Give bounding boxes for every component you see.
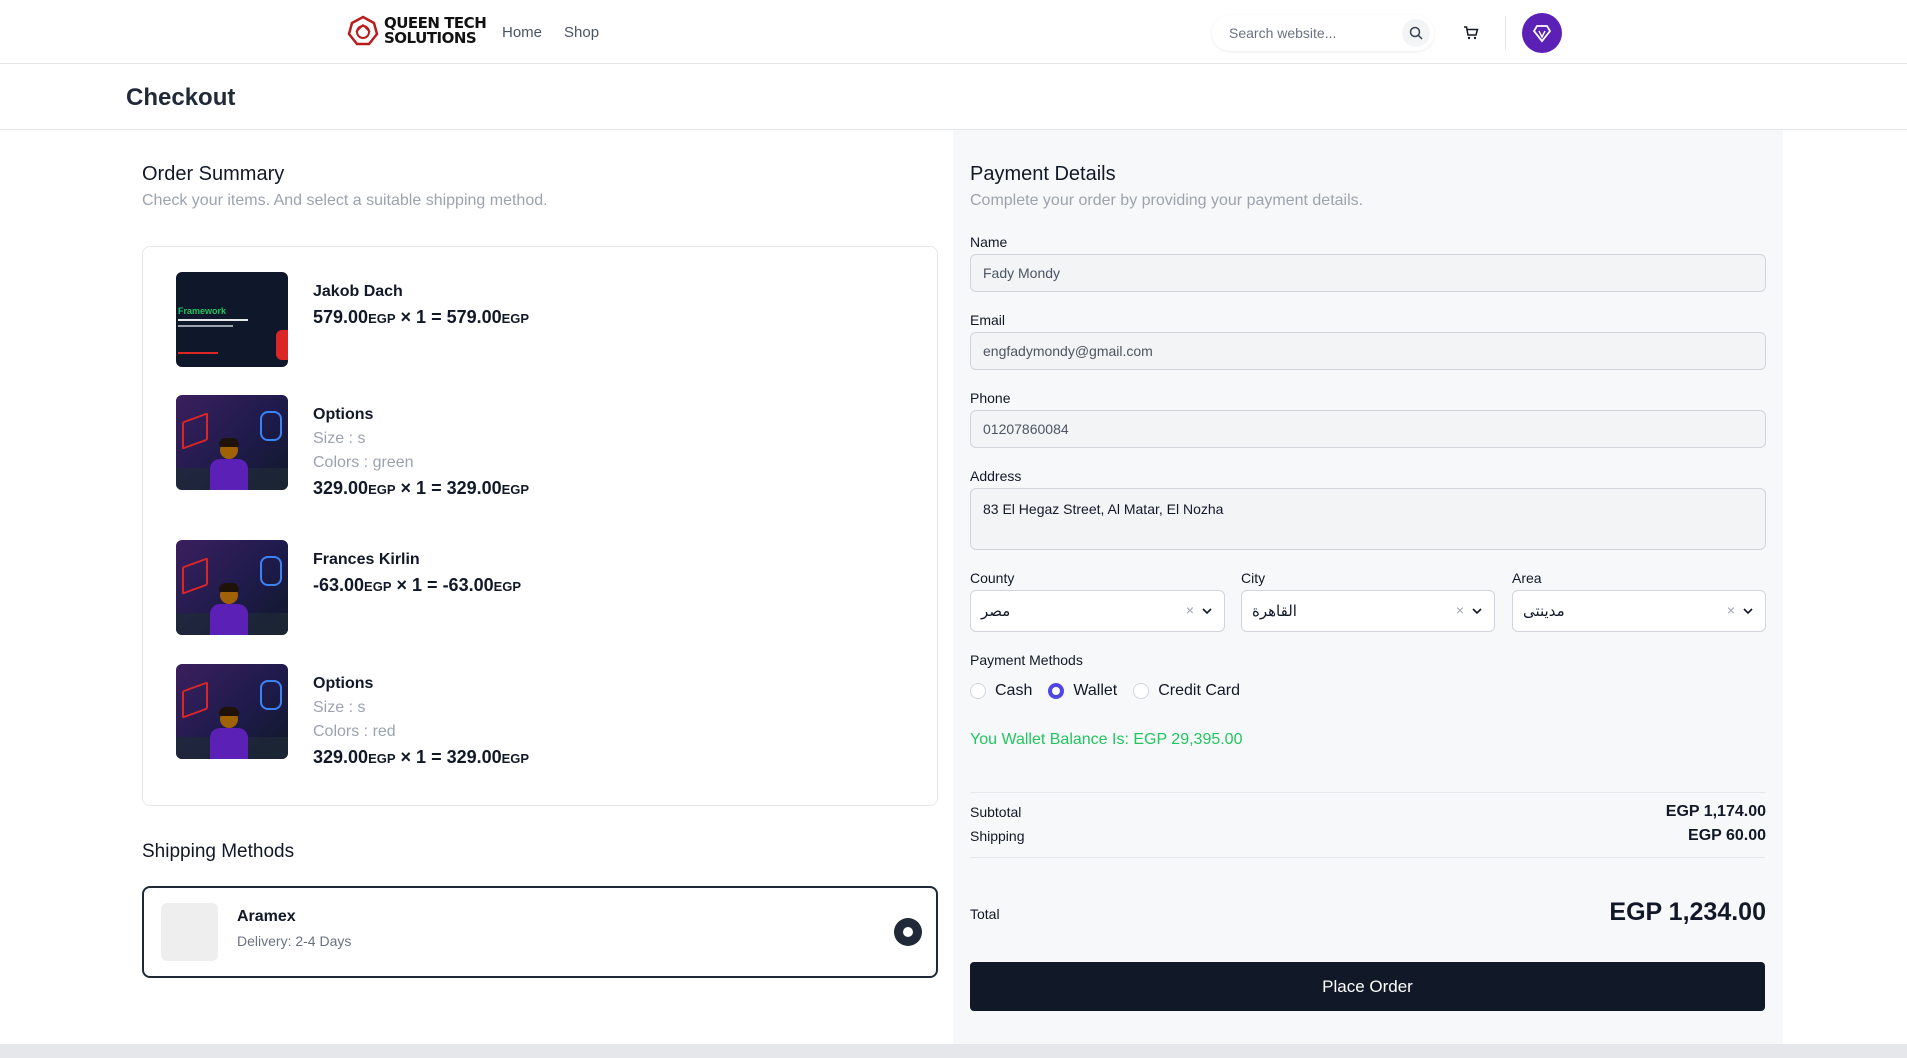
address-textarea[interactable]: 83 El Hegaz Street, Al Matar, El Nozha	[970, 488, 1766, 550]
place-order-button[interactable]: Place Order	[970, 962, 1765, 1011]
item-option-size: Size : s	[313, 430, 366, 447]
item-name: Options	[313, 406, 374, 423]
wallet-balance: You Wallet Balance Is: EGP 29,395.00	[970, 731, 1243, 748]
carrier-name: Aramex	[237, 908, 296, 925]
brand-logo[interactable]: QUEEN TECH SOLUTIONS	[346, 14, 487, 48]
payment-method-wallet[interactable]: Wallet	[1048, 682, 1117, 700]
radio-credit-card[interactable]	[1133, 683, 1150, 699]
item-price-line: 329.00EGP × 1 = 329.00EGP	[313, 747, 530, 767]
item-name: Options	[313, 675, 374, 692]
item-option-color: Colors : red	[313, 723, 396, 740]
area-select[interactable]: مدينتى ×	[1512, 590, 1766, 632]
payment-details-subtitle: Complete your order by providing your pa…	[970, 192, 1364, 209]
page-title-bar: Checkout	[0, 64, 1907, 130]
radio-wallet-selected[interactable]	[1048, 683, 1065, 699]
city-select[interactable]: القاهرة ×	[1241, 590, 1495, 632]
chevron-down-icon	[1472, 608, 1482, 615]
summary-divider	[970, 792, 1765, 793]
payment-methods-label: Payment Methods	[970, 652, 1083, 668]
email-label: Email	[970, 312, 1006, 328]
subtotal-label: Subtotal	[970, 804, 1022, 820]
item-option-size: Size : s	[313, 699, 366, 716]
product-thumbnail	[176, 540, 288, 635]
name-field[interactable]: Fady Mondy	[970, 254, 1766, 292]
clear-icon[interactable]: ×	[1186, 602, 1194, 618]
shipping-radio-selected[interactable]	[894, 918, 922, 946]
order-summary-title: Order Summary	[142, 163, 285, 185]
item-price-line: 579.00EGP × 1 = 579.00EGP	[313, 307, 530, 327]
total-value: EGP 1,234.00	[1609, 898, 1766, 926]
delivery-time: Delivery: 2-4 Days	[237, 933, 352, 949]
chevron-down-icon	[1743, 608, 1753, 615]
cart-button[interactable]	[1456, 18, 1486, 48]
phone-field[interactable]: 01207860084	[970, 410, 1766, 448]
payment-method-options: Cash Wallet Credit Card	[970, 682, 1256, 700]
page-title: Checkout	[126, 84, 236, 111]
clear-icon[interactable]: ×	[1456, 602, 1464, 618]
county-value: مصر	[981, 603, 1011, 620]
product-thumbnail	[176, 395, 288, 490]
radio-cash[interactable]	[970, 683, 986, 699]
payment-method-cash[interactable]: Cash	[970, 682, 1032, 700]
order-summary-subtitle: Check your items. And select a suitable …	[142, 192, 548, 209]
cart-icon	[1464, 26, 1479, 40]
address-label: Address	[970, 468, 1022, 484]
subtotal-value: EGP 1,174.00	[1665, 803, 1766, 820]
shipping-option-aramex[interactable]: Aramex Delivery: 2-4 Days	[142, 886, 938, 978]
carrier-logo	[161, 903, 218, 961]
item-price-line: -63.00EGP × 1 = -63.00EGP	[313, 575, 522, 595]
shipping-value: EGP 60.00	[1688, 827, 1766, 844]
phone-label: Phone	[970, 390, 1011, 406]
county-select[interactable]: مصر ×	[970, 590, 1225, 632]
item-name: Jakob Dach	[313, 283, 403, 300]
county-label: County	[970, 570, 1015, 586]
email-field[interactable]: engfadymondy@gmail.com	[970, 332, 1766, 370]
shipping-label: Shipping	[970, 828, 1025, 844]
chevron-down-icon	[1202, 608, 1212, 615]
queen-tech-logo-icon	[347, 15, 379, 46]
payment-method-credit-card[interactable]: Credit Card	[1133, 682, 1240, 700]
search-icon	[1409, 26, 1423, 40]
item-option-color: Colors : green	[313, 454, 414, 471]
shipping-methods-title: Shipping Methods	[142, 841, 295, 862]
order-item: Framework Jakob Dach 579.00EGP × 1 = 579…	[176, 272, 529, 367]
clear-icon[interactable]: ×	[1727, 602, 1735, 618]
city-value: القاهرة	[1252, 603, 1297, 620]
city-label: City	[1241, 570, 1266, 586]
order-item: Frances Kirlin -63.00EGP × 1 = -63.00EGP	[176, 540, 521, 635]
area-value: مدينتى	[1523, 603, 1565, 620]
order-item: Options Size : s Colors : green 329.00EG…	[176, 395, 529, 501]
diamond-icon	[1532, 25, 1552, 43]
order-items-card: Framework Jakob Dach 579.00EGP × 1 = 579…	[142, 246, 938, 806]
search-input[interactable]	[1229, 25, 1389, 41]
user-avatar[interactable]	[1522, 13, 1562, 53]
item-price-line: 329.00EGP × 1 = 329.00EGP	[313, 478, 530, 498]
nav-shop-link[interactable]: Shop	[564, 24, 599, 41]
item-name: Frances Kirlin	[313, 551, 420, 568]
payment-details-title: Payment Details	[970, 163, 1116, 185]
nav-home-link[interactable]: Home	[502, 24, 542, 41]
product-thumbnail	[176, 664, 288, 759]
brand-line-2: SOLUTIONS	[384, 29, 477, 47]
top-navbar: QUEEN TECH SOLUTIONS Home Shop	[0, 0, 1907, 64]
header-divider	[1505, 16, 1506, 50]
name-label: Name	[970, 234, 1008, 250]
order-item: Options Size : s Colors : red 329.00EGP …	[176, 664, 529, 770]
total-divider	[970, 857, 1765, 858]
main-nav: Home Shop	[502, 24, 599, 41]
search-box	[1212, 15, 1434, 51]
search-button[interactable]	[1402, 19, 1430, 47]
horizontal-scrollbar[interactable]	[0, 1044, 1907, 1058]
product-thumbnail: Framework	[176, 272, 288, 367]
total-label: Total	[970, 906, 1000, 922]
area-label: Area	[1512, 570, 1542, 586]
